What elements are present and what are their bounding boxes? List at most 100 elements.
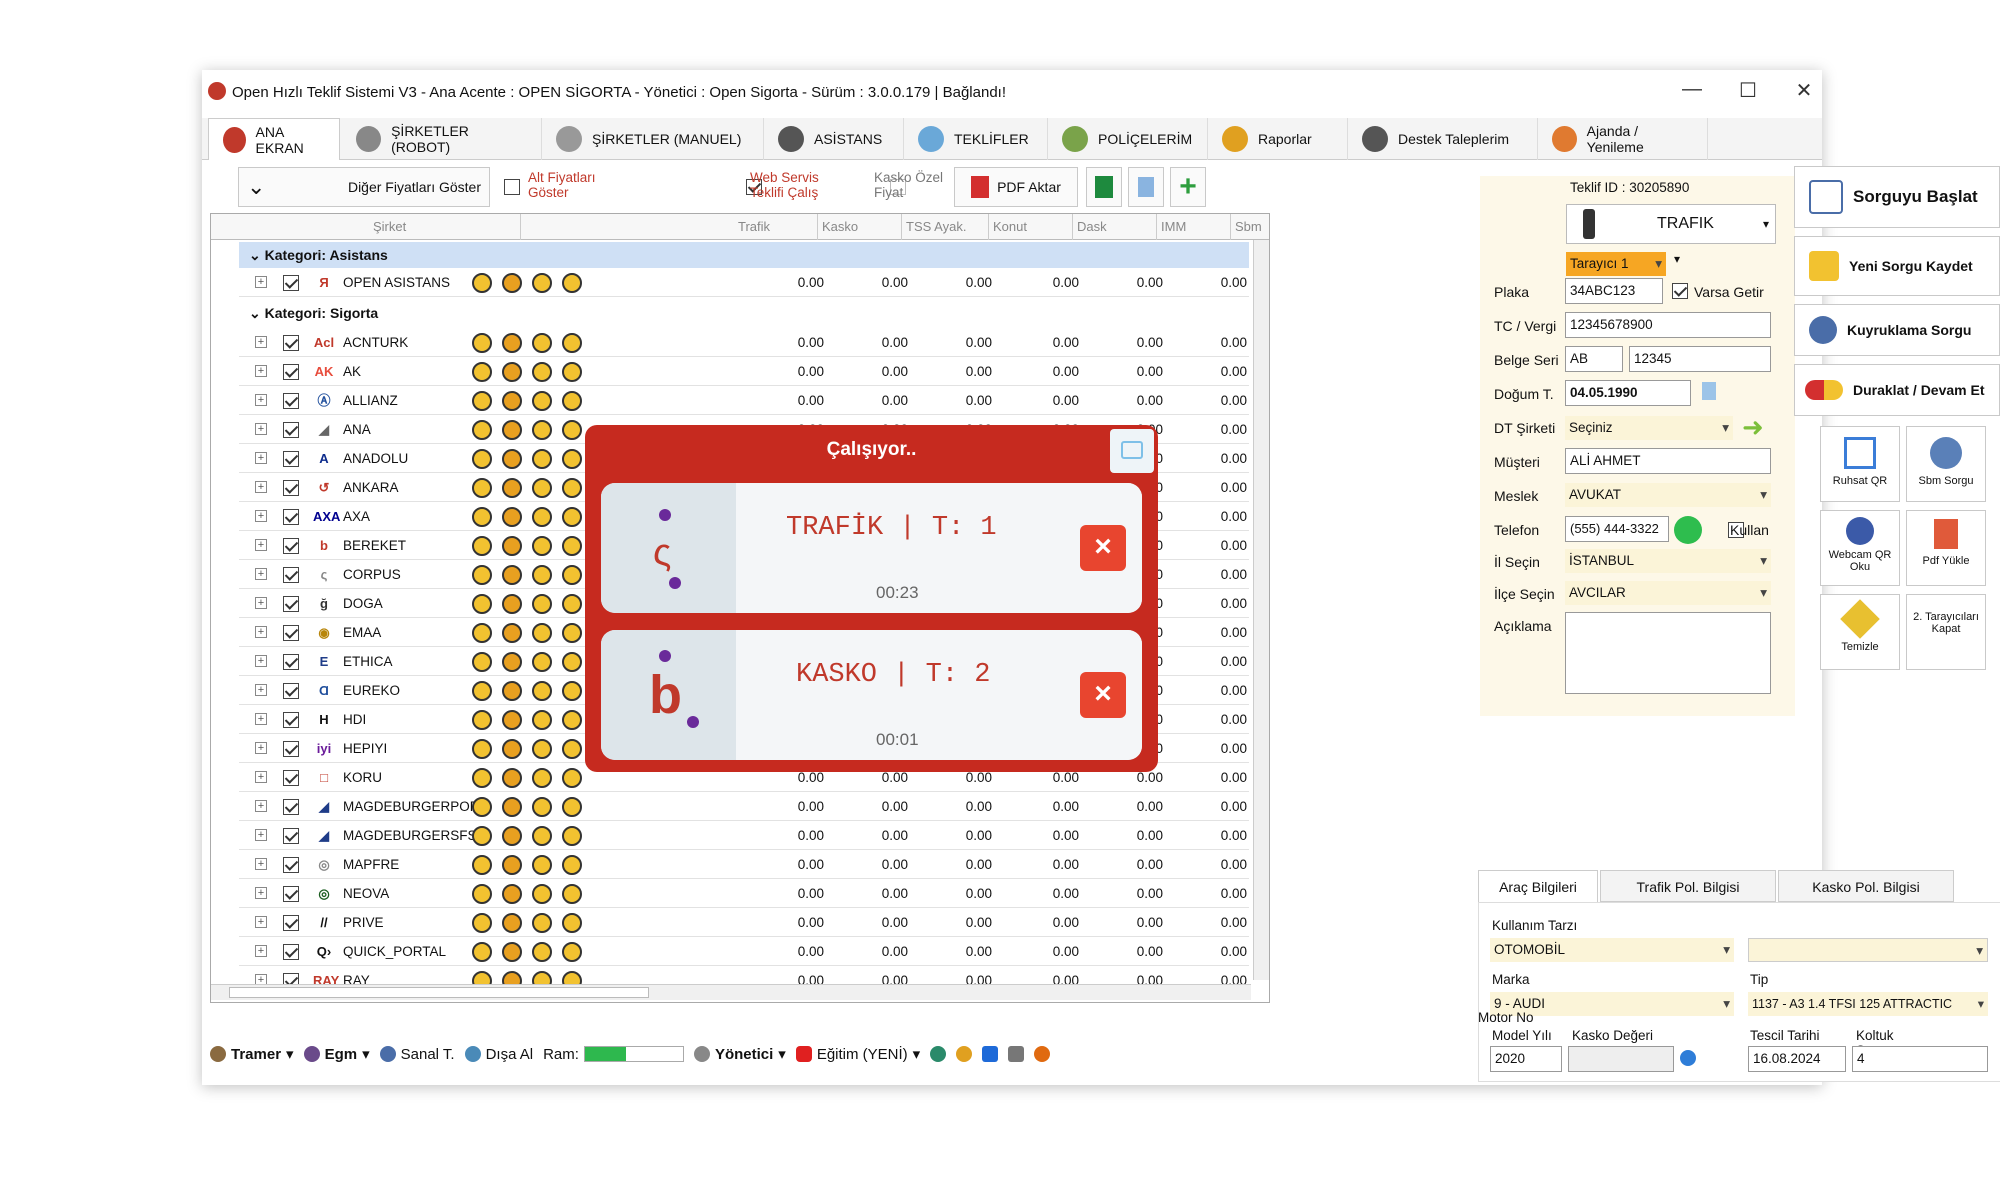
browser-dropdown-icon[interactable]: ▾: [1674, 252, 1680, 266]
pdf-export-button[interactable]: PDF Aktar: [954, 167, 1078, 207]
price-cell[interactable]: 0.00: [1093, 357, 1163, 386]
tab-ajanda[interactable]: Ajanda / Yenileme: [1538, 118, 1708, 160]
col-tss[interactable]: TSS Ayak.: [902, 214, 989, 240]
row-checkbox[interactable]: [283, 596, 299, 612]
row-checkbox[interactable]: [283, 538, 299, 554]
price-cell[interactable]: 0.00: [1177, 763, 1247, 792]
model-input[interactable]: 2020: [1490, 1046, 1562, 1072]
car-icon[interactable]: [472, 855, 492, 875]
tab-sirketler-manuel[interactable]: ŞİRKETLER (MANUEL): [542, 118, 764, 160]
car-icon[interactable]: [472, 797, 492, 817]
home-icon[interactable]: [562, 884, 582, 904]
koltuk-input[interactable]: 4: [1852, 1046, 1988, 1072]
maximize-button[interactable]: ☐: [1728, 78, 1768, 104]
pen-icon[interactable]: [532, 420, 552, 440]
expand-icon[interactable]: +: [255, 916, 267, 928]
expand-icon[interactable]: +: [255, 771, 267, 783]
price-cell[interactable]: 0.00: [922, 821, 992, 850]
pen-icon[interactable]: [532, 884, 552, 904]
pen-icon[interactable]: [532, 710, 552, 730]
pen-icon[interactable]: [532, 273, 552, 293]
expand-icon[interactable]: +: [255, 597, 267, 609]
pen-icon[interactable]: [532, 536, 552, 556]
row-checkbox[interactable]: [283, 770, 299, 786]
tab-policelerim[interactable]: POLİÇELERİM: [1048, 118, 1208, 160]
home-icon[interactable]: [562, 797, 582, 817]
col-sbm[interactable]: Sbm: [1231, 214, 1269, 240]
minimize-button[interactable]: —: [1672, 78, 1712, 104]
pen-icon[interactable]: [532, 681, 552, 701]
price-cell[interactable]: 0.00: [1177, 589, 1247, 618]
car-icon[interactable]: [472, 768, 492, 788]
car-icon[interactable]: [472, 710, 492, 730]
price-cell[interactable]: 0.00: [1177, 908, 1247, 937]
expand-icon[interactable]: +: [255, 394, 267, 406]
home-icon[interactable]: [562, 478, 582, 498]
tab-trafik-pol[interactable]: Trafik Pol. Bilgisi: [1600, 870, 1776, 902]
arrow-right-icon[interactable]: ➜: [1742, 414, 1764, 440]
copy-button[interactable]: [1128, 167, 1164, 207]
pen-icon[interactable]: [532, 391, 552, 411]
search-icon[interactable]: [1680, 1050, 1696, 1066]
price-cell[interactable]: 0.00: [1177, 328, 1247, 357]
price-cell[interactable]: 0.00: [1177, 502, 1247, 531]
home-icon[interactable]: [562, 391, 582, 411]
tab-raporlar[interactable]: Raporlar: [1208, 118, 1348, 160]
price-cell[interactable]: 0.00: [1177, 937, 1247, 966]
price-cell[interactable]: 0.00: [1177, 531, 1247, 560]
price-cell[interactable]: 0.00: [1177, 821, 1247, 850]
row-checkbox[interactable]: [283, 335, 299, 351]
row-checkbox[interactable]: [283, 393, 299, 409]
col-kasko[interactable]: Kasko: [818, 214, 902, 240]
car-icon[interactable]: [472, 478, 492, 498]
browser-select[interactable]: Tarayıcı 1: [1566, 252, 1666, 276]
shield-icon[interactable]: [930, 1046, 947, 1062]
table-row[interactable]: + AK AK 0.00 0.00 0.00 0.00 0.00 0.00: [239, 357, 1249, 386]
price-cell[interactable]: 0.00: [1177, 357, 1247, 386]
wheel-icon[interactable]: [502, 855, 522, 875]
tab-sirketler-robot[interactable]: ŞİRKETLER (ROBOT): [342, 118, 542, 160]
price-cell[interactable]: 0.00: [1093, 792, 1163, 821]
table-row[interactable]: + ◢ MAGDEBURGERSFS 0.00 0.00 0.00 0.00 0.00 0.00: [239, 821, 1249, 850]
home-icon[interactable]: [562, 362, 582, 382]
user-menu[interactable]: Yönetici ▾: [693, 1045, 786, 1063]
ruhsat-qr-button[interactable]: Ruhsat QR: [1820, 426, 1900, 502]
settings-icon[interactable]: [956, 1046, 973, 1062]
pause-resume-button[interactable]: Duraklat / Devam Et: [1794, 364, 2000, 416]
price-cell[interactable]: 0.00: [838, 850, 908, 879]
power-icon[interactable]: [1034, 1046, 1051, 1062]
price-cell[interactable]: 0.00: [754, 386, 824, 415]
price-cell[interactable]: 0.00: [838, 386, 908, 415]
pen-icon[interactable]: [532, 942, 552, 962]
row-checkbox[interactable]: [283, 451, 299, 467]
home-icon[interactable]: [562, 623, 582, 643]
price-cell[interactable]: 0.00: [1009, 792, 1079, 821]
pen-icon[interactable]: [532, 739, 552, 759]
home-icon[interactable]: [562, 536, 582, 556]
home-icon[interactable]: [562, 768, 582, 788]
price-cell[interactable]: 0.00: [838, 268, 908, 297]
price-cell[interactable]: 0.00: [1177, 850, 1247, 879]
tab-ana-ekran[interactable]: ANA EKRAN: [208, 118, 340, 160]
pen-icon[interactable]: [532, 623, 552, 643]
tab-destek[interactable]: Destek Taleplerim: [1348, 118, 1538, 160]
row-checkbox[interactable]: [283, 567, 299, 583]
price-cell[interactable]: 0.00: [838, 879, 908, 908]
price-cell[interactable]: 0.00: [922, 328, 992, 357]
ilce-select[interactable]: AVCILAR: [1565, 581, 1771, 605]
wheel-icon[interactable]: [502, 826, 522, 846]
expand-icon[interactable]: +: [255, 423, 267, 435]
kullanim-sub-select[interactable]: [1748, 938, 1988, 963]
wheel-icon[interactable]: [502, 420, 522, 440]
kullanim-select[interactable]: OTOMOBİL: [1490, 938, 1734, 962]
price-cell[interactable]: 0.00: [922, 792, 992, 821]
tab-teklifler[interactable]: TEKLİFLER: [904, 118, 1048, 160]
price-cell[interactable]: 0.00: [838, 937, 908, 966]
price-cell[interactable]: 0.00: [838, 792, 908, 821]
category-sigorta[interactable]: ⌄ Kategori: Sigorta: [239, 300, 1249, 326]
excel-export-button[interactable]: [1086, 167, 1122, 207]
musteri-input[interactable]: ALİ AHMET: [1565, 448, 1771, 474]
row-checkbox[interactable]: [283, 799, 299, 815]
table-row[interactable]: + Ⓐ ALLIANZ 0.00 0.00 0.00 0.00 0.00 0.00: [239, 386, 1249, 415]
home-icon[interactable]: [562, 333, 582, 353]
